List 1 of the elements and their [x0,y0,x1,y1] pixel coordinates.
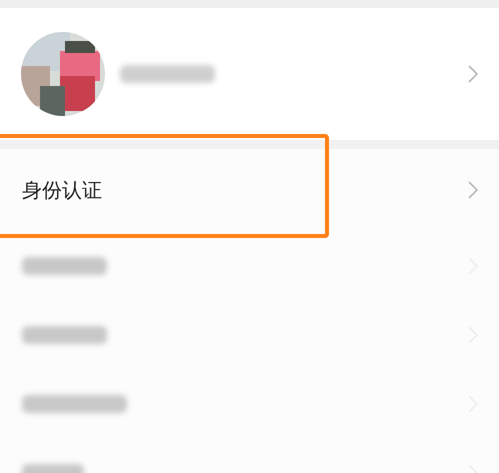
item-label: 身份认证 [22,176,103,204]
